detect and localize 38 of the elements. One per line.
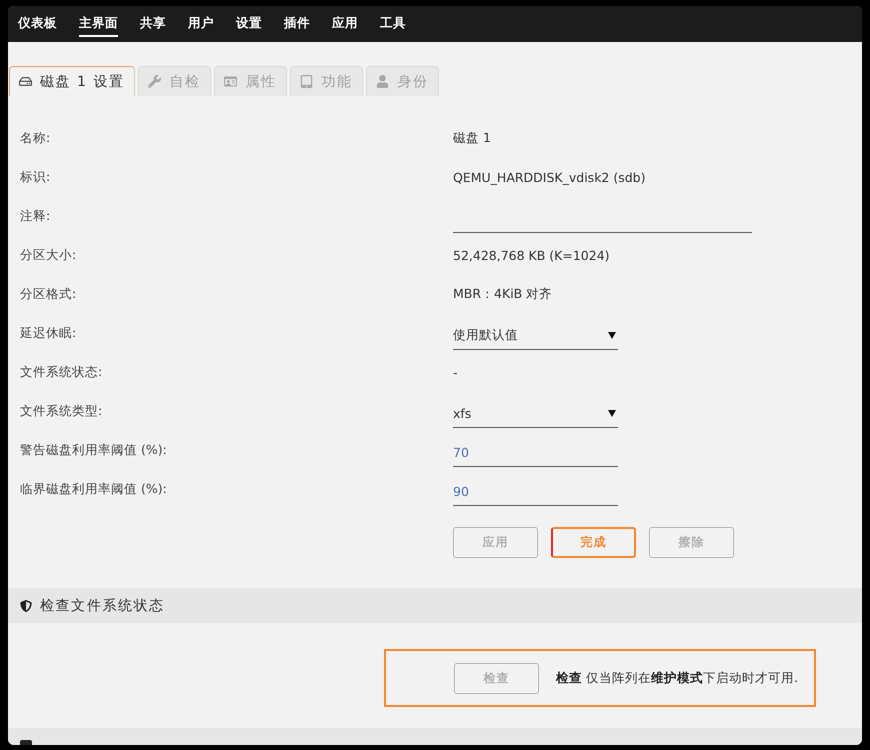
user-icon [376, 75, 390, 88]
caret-icon [608, 332, 616, 338]
caret-icon [608, 410, 616, 416]
field-label: 延迟休眠: [20, 325, 78, 342]
field-value: 磁盘 1 [453, 130, 492, 147]
nav-link[interactable]: 应用 [332, 11, 358, 37]
field-label: 分区大小: [20, 247, 78, 264]
field-value: QEMU_HARDDISK_vdisk2 (sdb) [453, 170, 646, 185]
nav-link[interactable]: 仪表板 [18, 11, 57, 37]
field-label: 注释: [20, 208, 52, 225]
dropdown[interactable]: xfs [453, 399, 618, 428]
threshold-field[interactable]: 90 [453, 477, 618, 506]
field-label: 标识: [20, 169, 52, 186]
nav-link[interactable]: 工具 [380, 11, 406, 37]
field-label: 文件系统类型: [20, 403, 104, 420]
notice-text: 检查 仅当阵列在维护模式下启动时才可用. [556, 670, 798, 686]
wrench-icon [148, 75, 162, 88]
tablet-icon [300, 75, 314, 88]
field-label: 警告磁盘利用率阈值 (%): [20, 442, 168, 459]
field-value: - [453, 365, 459, 380]
nav-link[interactable]: 插件 [284, 11, 310, 37]
hard-drive-icon [19, 75, 32, 88]
nav-link[interactable]: 主界面 [79, 11, 118, 37]
field-value: 52,428,768 KB (K=1024) [453, 248, 611, 263]
threshold-field[interactable]: 70 [453, 438, 618, 467]
shield-icon [20, 600, 32, 612]
field-value: MBR：4KiB 对齐 [453, 286, 554, 303]
field-label: 分区格式: [20, 286, 78, 303]
tab[interactable]: 磁盘 1 设置 [9, 66, 136, 96]
nav-link[interactable]: 用户 [188, 11, 214, 37]
id-card-icon [224, 75, 238, 88]
field-label: 名称: [20, 130, 52, 147]
nav-link[interactable]: 设置 [236, 11, 262, 37]
nav-link[interactable]: 共享 [140, 11, 166, 37]
dropdown[interactable]: 使用默认值 [453, 321, 618, 350]
field-label: 临界磁盘利用率阈值 (%): [20, 481, 168, 498]
section-title: 检查文件系统状态 [40, 596, 165, 614]
field-label: 文件系统状态: [20, 364, 104, 381]
